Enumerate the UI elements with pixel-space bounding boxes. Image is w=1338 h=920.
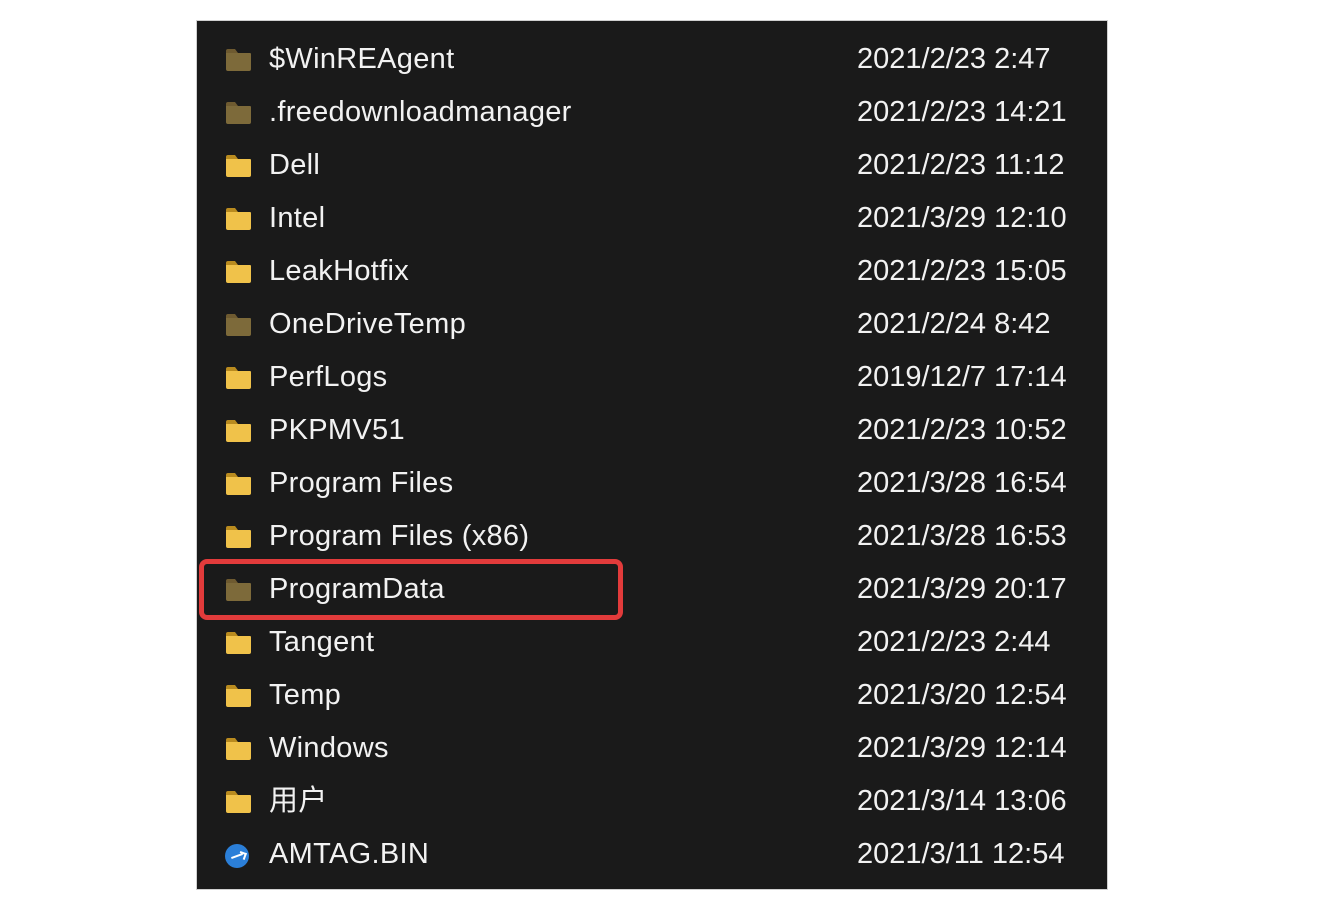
item-date: 2021/3/11 12:54 — [857, 828, 1097, 881]
item-date: 2019/12/7 17:14 — [857, 351, 1097, 404]
item-name: Program Files (x86) — [269, 510, 807, 563]
folder-icon — [225, 685, 251, 707]
item-date: 2021/2/23 14:21 — [857, 86, 1097, 139]
item-date: 2021/3/29 12:14 — [857, 722, 1097, 775]
item-name: Windows — [269, 722, 807, 775]
list-item[interactable]: Program Files (x86) 2021/3/28 16:53 — [197, 510, 1107, 563]
item-date: 2021/3/28 16:53 — [857, 510, 1097, 563]
item-name: PerfLogs — [269, 351, 807, 404]
item-date: 2021/2/23 2:47 — [857, 33, 1097, 86]
item-name: PKPMV51 — [269, 404, 807, 457]
list-item[interactable]: Dell 2021/2/23 11:12 — [197, 139, 1107, 192]
item-date: 2021/2/23 2:44 — [857, 616, 1097, 669]
item-date: 2021/3/29 12:10 — [857, 192, 1097, 245]
item-name: OneDriveTemp — [269, 298, 807, 351]
list-item[interactable]: Program Files 2021/3/28 16:54 — [197, 457, 1107, 510]
item-date: 2021/2/24 8:42 — [857, 298, 1097, 351]
folder-icon — [225, 208, 251, 230]
item-date: 2021/2/23 15:05 — [857, 245, 1097, 298]
folder-icon — [225, 420, 251, 442]
item-date: 2021/2/23 10:52 — [857, 404, 1097, 457]
file-icon — [225, 844, 251, 866]
folder-icon — [225, 632, 251, 654]
item-date: 2021/3/20 12:54 — [857, 669, 1097, 722]
item-name: $WinREAgent — [269, 33, 807, 86]
folder-icon — [225, 367, 251, 389]
item-date: 2021/3/14 13:06 — [857, 775, 1097, 828]
item-name: AMTAG.BIN — [269, 828, 807, 881]
list-item[interactable]: OneDriveTemp 2021/2/24 8:42 — [197, 298, 1107, 351]
list-item[interactable]: Temp 2021/3/20 12:54 — [197, 669, 1107, 722]
folder-icon — [225, 579, 251, 601]
list-item[interactable]: 用户 2021/3/14 13:06 — [197, 775, 1107, 828]
folder-icon — [225, 261, 251, 283]
folder-icon — [225, 526, 251, 548]
item-name: Tangent — [269, 616, 807, 669]
folder-icon — [225, 155, 251, 177]
list-item[interactable]: $WinREAgent 2021/2/23 2:47 — [197, 33, 1107, 86]
folder-icon — [225, 49, 251, 71]
item-date: 2021/3/28 16:54 — [857, 457, 1097, 510]
item-name: Program Files — [269, 457, 807, 510]
item-name: Dell — [269, 139, 807, 192]
list-item[interactable]: LeakHotfix 2021/2/23 15:05 — [197, 245, 1107, 298]
folder-icon — [225, 791, 251, 813]
item-date: 2021/2/23 11:12 — [857, 139, 1097, 192]
list-item[interactable]: PerfLogs 2019/12/7 17:14 — [197, 351, 1107, 404]
item-name: ProgramData — [269, 563, 807, 616]
item-date: 2021/3/29 20:17 — [857, 563, 1097, 616]
list-item[interactable]: Tangent 2021/2/23 2:44 — [197, 616, 1107, 669]
item-name: Intel — [269, 192, 807, 245]
list-item[interactable]: AMTAG.BIN 2021/3/11 12:54 — [197, 828, 1107, 881]
item-name: .freedownloadmanager — [269, 86, 807, 139]
item-name: Temp — [269, 669, 807, 722]
folder-icon — [225, 102, 251, 124]
list-item[interactable]: Intel 2021/3/29 12:10 — [197, 192, 1107, 245]
list-item[interactable]: .freedownloadmanager 2021/2/23 14:21 — [197, 86, 1107, 139]
list-item[interactable]: ProgramData 2021/3/29 20:17 — [197, 563, 1107, 616]
file-explorer-pane: $WinREAgent2021/2/23 2:47.freedownloadma… — [196, 20, 1108, 890]
list-item[interactable]: Windows 2021/3/29 12:14 — [197, 722, 1107, 775]
folder-icon — [225, 738, 251, 760]
folder-icon — [225, 473, 251, 495]
folder-icon — [225, 314, 251, 336]
item-name: LeakHotfix — [269, 245, 807, 298]
list-item[interactable]: PKPMV51 2021/2/23 10:52 — [197, 404, 1107, 457]
item-name: 用户 — [269, 775, 807, 828]
file-list: $WinREAgent2021/2/23 2:47.freedownloadma… — [197, 33, 1107, 889]
